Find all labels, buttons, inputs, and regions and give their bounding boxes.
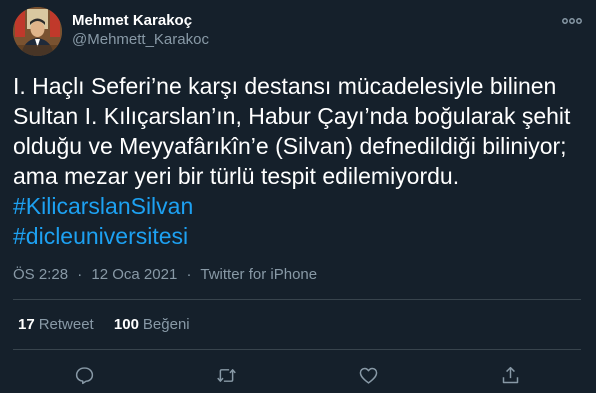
like-button[interactable]: [354, 361, 382, 389]
retweet-label: Retweet: [38, 316, 94, 333]
tweet-text: I. Haçlı Seferi’ne karşı destansı mücade…: [13, 71, 583, 251]
divider: [13, 349, 581, 350]
tweet-meta: ÖS 2:28 · 12 Oca 2021 · Twitter for iPho…: [13, 266, 317, 283]
like-icon: [359, 367, 377, 384]
retweet-button[interactable]: [212, 361, 240, 389]
meta-separator: ·: [186, 266, 192, 283]
avatar[interactable]: [13, 7, 62, 56]
tweet-text-line: Sultan I. Kılıçarslan’ın, Habur Çayı’nda…: [13, 103, 571, 129]
more-icon: [562, 18, 582, 24]
user-handle[interactable]: @Mehmett_Karakoc: [72, 31, 209, 48]
tweet-text-line: olduğu ve Meyyafârıkîn’e (Silvan) defned…: [13, 133, 567, 159]
retweet-stat[interactable]: 17 Retweet: [18, 316, 94, 333]
tweet-date[interactable]: 12 Oca 2021: [91, 266, 177, 283]
tweet-stats: 17 Retweet 100 Beğeni: [18, 316, 206, 333]
meta-separator: ·: [77, 266, 83, 283]
tweet-time[interactable]: ÖS 2:28: [13, 266, 68, 283]
user-name[interactable]: Mehmet Karakoç: [72, 12, 192, 29]
reply-button[interactable]: [70, 361, 98, 389]
hashtag-link[interactable]: #KilicarslanSilvan: [13, 191, 583, 221]
tweet-text-line: ama mezar yeri bir türlü tespit edilemiy…: [13, 163, 460, 189]
share-button[interactable]: [496, 361, 524, 389]
divider: [13, 299, 581, 300]
share-icon: [502, 366, 518, 383]
hashtag-link[interactable]: #dicleuniversitesi: [13, 221, 583, 251]
like-count: 100: [113, 316, 139, 333]
tweet-text-line: I. Haçlı Seferi’ne karşı destansı mücade…: [13, 73, 557, 99]
tweet-actions: [0, 361, 596, 389]
reply-icon: [75, 366, 93, 384]
more-options-button[interactable]: [560, 12, 584, 30]
retweet-icon: [216, 368, 236, 382]
retweet-count: 17: [18, 316, 35, 333]
like-label: Beğeni: [142, 316, 190, 333]
avatar-image: [13, 7, 62, 56]
like-stat[interactable]: 100 Beğeni: [114, 316, 190, 333]
tweet-source[interactable]: Twitter for iPhone: [200, 266, 317, 283]
